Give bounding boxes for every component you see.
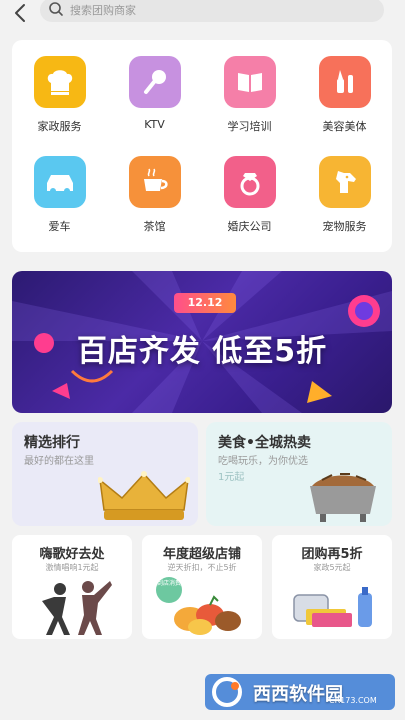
book-icon	[223, 56, 276, 108]
category-beauty[interactable]: 美容美体	[297, 56, 392, 146]
chef-hat-icon	[33, 56, 86, 108]
category-label: 婚庆公司	[227, 220, 272, 233]
category-label: 宠物服务	[322, 220, 367, 233]
promo-food[interactable]: 美食•全城热卖 吃喝玩乐，为你优选 1元起	[206, 422, 392, 526]
category-label: 家政服务	[37, 120, 82, 133]
card-title: 嗨歌好去处	[39, 547, 105, 562]
promo-ranking[interactable]: 精选排行 最好的都在这里	[12, 422, 198, 526]
promo-title: 美食•全城热卖	[218, 435, 311, 451]
banner-date-tag: 12.12	[174, 293, 236, 313]
makeup-brush-icon	[318, 56, 371, 108]
promo-subtitle: 最好的都在这里	[24, 456, 94, 467]
promo-banner[interactable]: 12.12 百店齐发 低至5折	[12, 271, 392, 413]
cleaning-supplies-icon	[293, 587, 372, 627]
dog-icon	[318, 156, 371, 208]
promo-subtitle: 吃喝玩乐，为你优选	[218, 456, 308, 467]
card-title: 团购再5折	[301, 547, 363, 562]
watermark-url: CR173.COM	[329, 696, 377, 705]
card-super-store[interactable]: 年度超级店铺 逆天折扣，不止5折 到店消费	[142, 535, 262, 639]
category-label: KTV	[144, 118, 165, 131]
chevron-left-icon	[15, 4, 25, 22]
category-teahouse[interactable]: 茶馆	[107, 156, 202, 246]
banner-title: 百店齐发 低至5折	[76, 334, 328, 369]
card-karaoke[interactable]: 嗨歌好去处 激情唱响1元起	[12, 535, 132, 639]
category-wedding[interactable]: 婚庆公司	[202, 156, 297, 246]
card-title: 年度超级店铺	[162, 547, 241, 562]
category-housekeeping[interactable]: 家政服务	[12, 56, 107, 146]
promo-title: 精选排行	[24, 435, 80, 451]
category-ktv[interactable]: KTV	[107, 56, 202, 146]
category-label: 学习培训	[227, 120, 272, 133]
category-pet[interactable]: 宠物服务	[297, 156, 392, 246]
category-label: 茶馆	[143, 220, 166, 233]
promo-price: 1元起	[218, 472, 245, 483]
category-label: 爱车	[48, 220, 71, 233]
search-input[interactable]	[70, 0, 370, 20]
category-training[interactable]: 学习培训	[202, 56, 297, 146]
top-bar	[0, 0, 405, 28]
category-grid: 家政服务 KTV 学习培训 美容美体 爱车 茶馆 婚庆公司 宠物服务	[12, 40, 392, 252]
card-subtitle: 家政5元起	[313, 563, 351, 572]
teacup-icon	[128, 156, 181, 208]
diamond-ring-icon	[223, 156, 276, 208]
grill-food-icon	[310, 473, 376, 522]
crown-icon	[98, 471, 190, 520]
car-icon	[33, 156, 86, 208]
back-button[interactable]	[10, 2, 32, 24]
card-group-discount[interactable]: 团购再5折 家政5元起	[272, 535, 392, 639]
card-subtitle: 逆天折扣，不止5折	[167, 563, 237, 572]
watermark-logo: 西西软件园 CR173.COM	[205, 672, 395, 712]
search-bar[interactable]	[40, 0, 384, 22]
microphone-icon	[128, 56, 181, 108]
card-subtitle: 激情唱响1元起	[45, 563, 99, 572]
search-icon	[49, 2, 63, 16]
singers-icon	[42, 581, 112, 635]
category-car[interactable]: 爱车	[12, 156, 107, 246]
fruit-icon	[174, 595, 241, 635]
category-label: 美容美体	[322, 120, 367, 133]
